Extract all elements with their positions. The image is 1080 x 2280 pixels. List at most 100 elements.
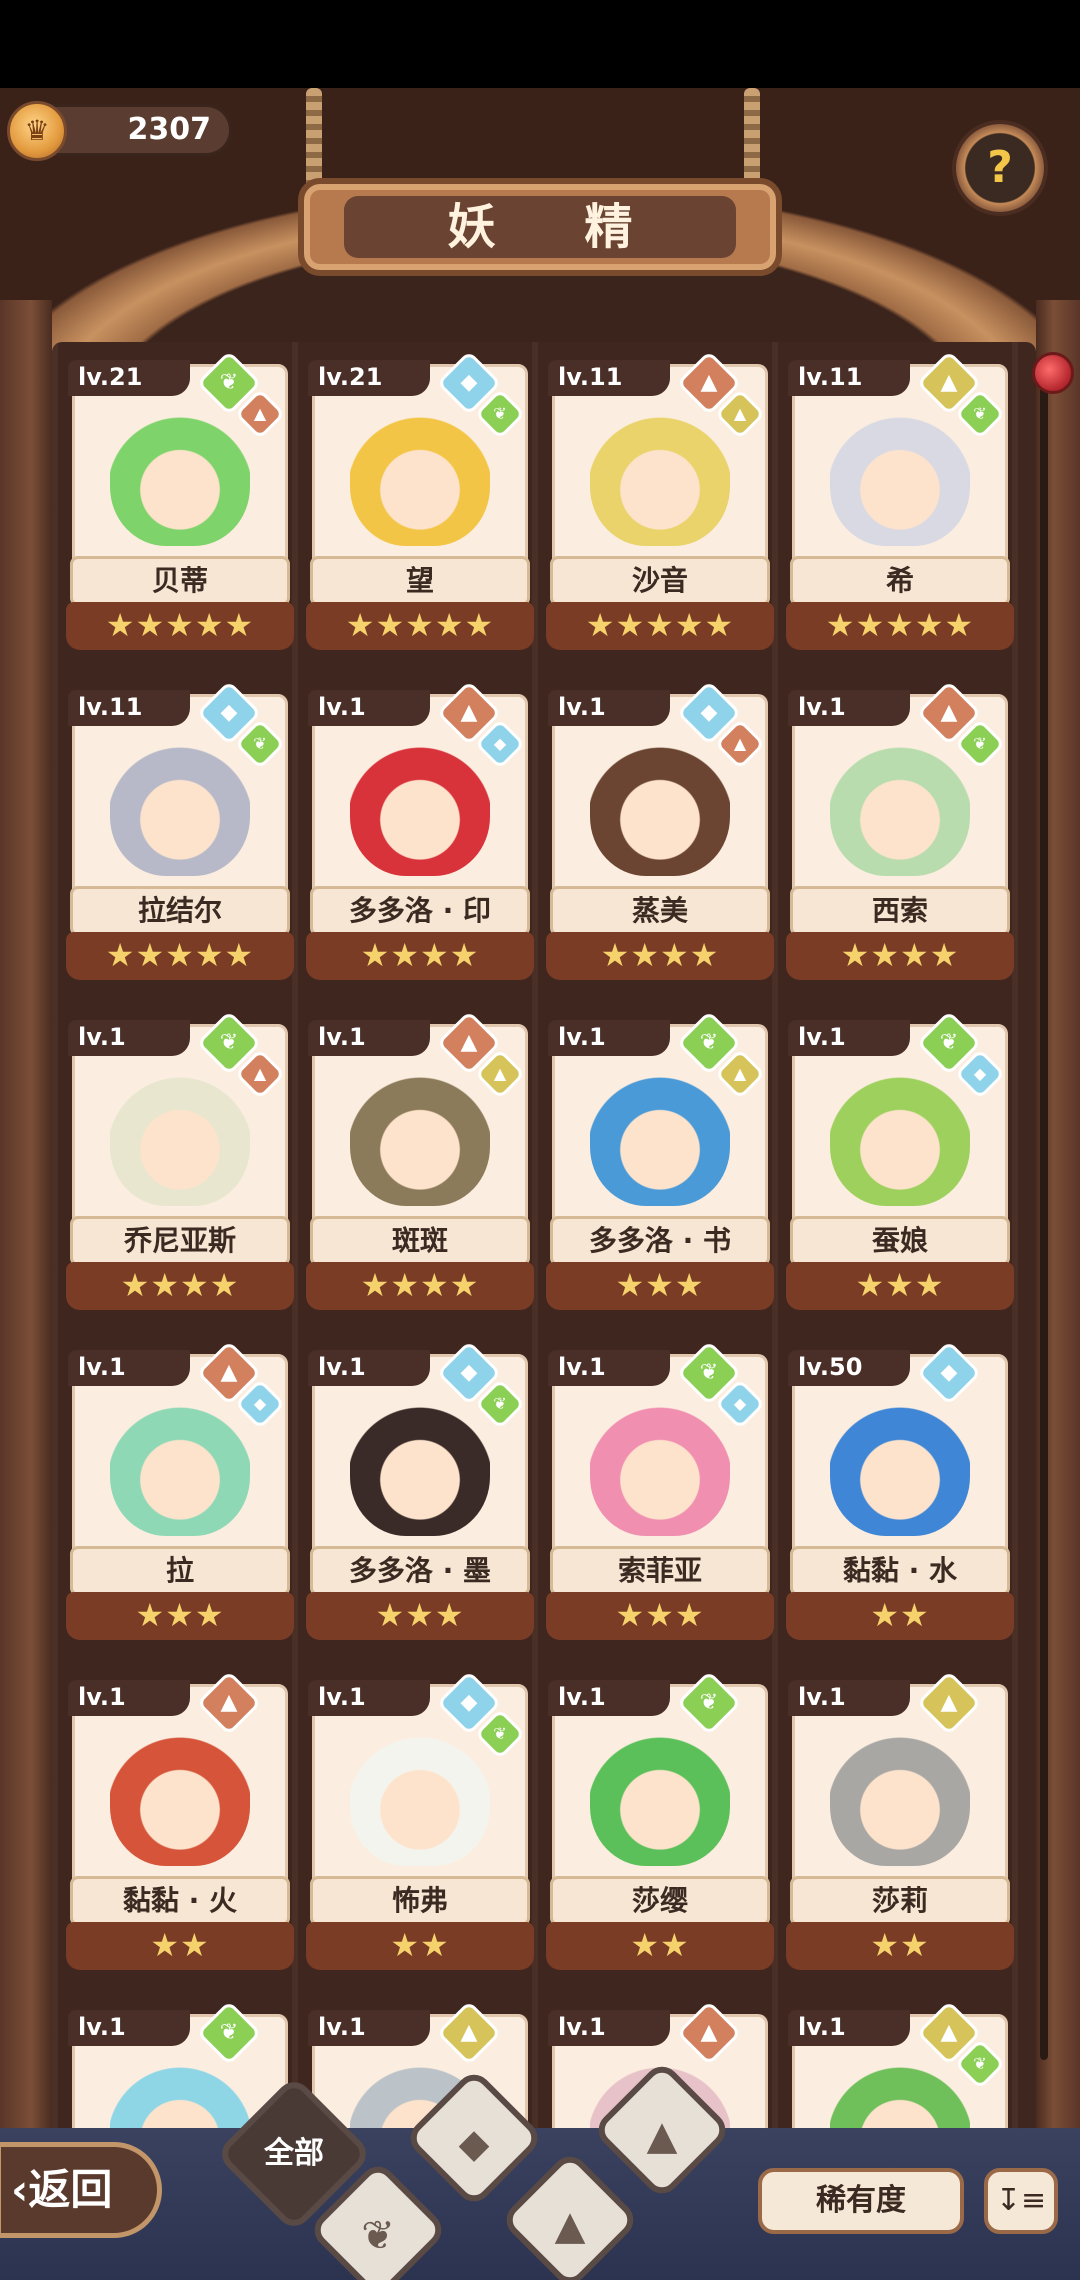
fairy-name: 蚕娘 <box>790 1216 1010 1266</box>
fairy-name: 多多洛 · 书 <box>550 1216 770 1266</box>
fairy-portrait <box>350 398 490 546</box>
volcano-icon: ▲ <box>646 2113 678 2159</box>
star-rating: ★★★★★ <box>546 602 774 650</box>
star-rating: ★★★ <box>546 1262 774 1310</box>
level-badge: lv.21 <box>308 360 430 396</box>
fairy-portrait <box>830 1388 970 1536</box>
fairy-card[interactable]: lv.11 ▲ ▲ 沙音 ★★★★★ <box>544 350 776 656</box>
currency-display: ♛ 2307 <box>7 101 232 161</box>
fairy-name: 斑斑 <box>310 1216 530 1266</box>
fairy-name: 怖弗 <box>310 1876 530 1926</box>
sort-order-button[interactable]: ↧≡ <box>984 2168 1058 2234</box>
help-button[interactable]: ? <box>952 120 1048 216</box>
fairy-name: 多多洛 · 墨 <box>310 1546 530 1596</box>
level-badge: lv.1 <box>788 1020 910 1056</box>
star-rating: ★★★ <box>786 1262 1014 1310</box>
coin-icon: ♛ <box>7 101 67 161</box>
fairy-portrait <box>590 1718 730 1866</box>
star-rating: ★★ <box>546 1922 774 1970</box>
fairy-card[interactable]: lv.1 ❦ ▲ 乔尼亚斯 ★★★★ <box>64 1010 296 1316</box>
page-title: 妖 精 <box>344 196 736 258</box>
level-badge: lv.50 <box>788 1350 910 1386</box>
star-rating: ★★ <box>306 1922 534 1970</box>
back-button[interactable]: ‹返回 <box>0 2142 162 2238</box>
fairy-name: 沙音 <box>550 556 770 606</box>
fairy-portrait <box>110 398 250 546</box>
scrollbar-track[interactable] <box>1040 360 1048 2060</box>
fairy-name: 望 <box>310 556 530 606</box>
fairy-name: 希 <box>790 556 1010 606</box>
fairy-card[interactable]: lv.11 ▲ ❦ 希 ★★★★★ <box>784 350 1016 656</box>
level-badge: lv.1 <box>788 690 910 726</box>
fairy-card[interactable]: lv.1 ❦ 莎缨 ★★ <box>544 1670 776 1976</box>
fairy-portrait <box>110 1388 250 1536</box>
fairy-card[interactable]: lv.1 ◆ ❦ 怖弗 ★★ <box>304 1670 536 1976</box>
fairy-portrait <box>830 1718 970 1866</box>
star-rating: ★★ <box>786 1592 1014 1640</box>
left-pillar <box>0 300 52 2200</box>
back-label: 返回 <box>28 2165 113 2214</box>
level-badge: lv.1 <box>548 1020 670 1056</box>
level-badge: lv.1 <box>548 1680 670 1716</box>
fairy-name: 黏黏 · 火 <box>70 1876 290 1926</box>
level-badge: lv.1 <box>308 1020 430 1056</box>
level-badge: lv.1 <box>68 1350 190 1386</box>
sort-order-icon: ↧≡ <box>995 2183 1047 2218</box>
star-rating: ★★★★ <box>546 932 774 980</box>
fairy-card[interactable]: lv.1 ◆ ▲ 蒸美 ★★★★ <box>544 680 776 986</box>
level-badge: lv.1 <box>308 1680 430 1716</box>
fairy-card[interactable]: lv.50 ◆ 黏黏 · 水 ★★ <box>784 1340 1016 1646</box>
fairy-card[interactable]: lv.21 ◆ ❦ 望 ★★★★★ <box>304 350 536 656</box>
fairy-card[interactable]: lv.1 ▲ 莎莉 ★★ <box>784 1670 1016 1976</box>
fairy-name: 多多洛 · 印 <box>310 886 530 936</box>
fairy-portrait <box>590 398 730 546</box>
fairy-card[interactable]: lv.1 ▲ 黏黏 · 火 ★★ <box>64 1670 296 1976</box>
fairy-portrait <box>350 1058 490 1206</box>
level-badge: lv.1 <box>548 2010 670 2046</box>
level-badge: lv.1 <box>308 2010 430 2046</box>
title-sign: 妖 精 <box>298 178 782 276</box>
fairy-card[interactable]: lv.1 ▲ ◆ 多多洛 · 印 ★★★★ <box>304 680 536 986</box>
star-rating: ★★★★★ <box>66 932 294 980</box>
level-badge: lv.11 <box>788 360 910 396</box>
fairy-card[interactable]: lv.1 ▲ ▲ 斑斑 ★★★★ <box>304 1010 536 1316</box>
fairy-name: 乔尼亚斯 <box>70 1216 290 1266</box>
level-badge: lv.1 <box>308 690 430 726</box>
star-rating: ★★★★ <box>306 932 534 980</box>
fairy-card[interactable]: lv.1 ▲ ◆ 拉 ★★★ <box>64 1340 296 1646</box>
fairy-card[interactable]: lv.1 ❦ ▲ 多多洛 · 书 ★★★ <box>544 1010 776 1316</box>
fairy-portrait <box>350 728 490 876</box>
star-rating: ★★★★★ <box>66 602 294 650</box>
fairy-card[interactable]: lv.1 ❦ ◆ 索菲亚 ★★★ <box>544 1340 776 1646</box>
fairy-card[interactable]: lv.21 ❦ ▲ 贝蒂 ★★★★★ <box>64 350 296 656</box>
level-badge: lv.1 <box>548 690 670 726</box>
star-rating: ★★★★★ <box>306 602 534 650</box>
fairy-name: 西索 <box>790 886 1010 936</box>
star-rating: ★★ <box>786 1922 1014 1970</box>
coin-count: 2307 <box>127 112 212 147</box>
star-rating: ★★★★ <box>66 1262 294 1310</box>
level-badge: lv.21 <box>68 360 190 396</box>
level-badge: lv.1 <box>788 1680 910 1716</box>
level-badge: lv.1 <box>68 1680 190 1716</box>
leaf-icon: ❦ <box>361 2213 395 2259</box>
fairy-portrait <box>110 1058 250 1206</box>
fairy-card[interactable]: lv.1 ❦ ◆ 蚕娘 ★★★ <box>784 1010 1016 1316</box>
star-rating: ★★★ <box>66 1592 294 1640</box>
fairy-name: 蒸美 <box>550 886 770 936</box>
fairy-portrait <box>590 728 730 876</box>
star-rating: ★★★ <box>306 1592 534 1640</box>
fairy-name: 拉 <box>70 1546 290 1596</box>
back-arrow-icon: ‹ <box>11 2165 29 2214</box>
mountain-icon: ▲ <box>554 2203 586 2249</box>
fairy-card[interactable]: lv.1 ◆ ❦ 多多洛 · 墨 ★★★ <box>304 1340 536 1646</box>
level-badge: lv.1 <box>308 1350 430 1386</box>
status-bar <box>0 0 1080 88</box>
fairy-card[interactable]: lv.1 ▲ ❦ 西索 ★★★★ <box>784 680 1016 986</box>
sort-rarity-button[interactable]: 稀有度 <box>758 2168 964 2234</box>
fairy-portrait <box>830 398 970 546</box>
level-badge: lv.1 <box>68 1020 190 1056</box>
scrollbar-knob[interactable] <box>1032 352 1074 394</box>
fairy-card[interactable]: lv.11 ◆ ❦ 拉结尔 ★★★★★ <box>64 680 296 986</box>
star-rating: ★★ <box>66 1922 294 1970</box>
